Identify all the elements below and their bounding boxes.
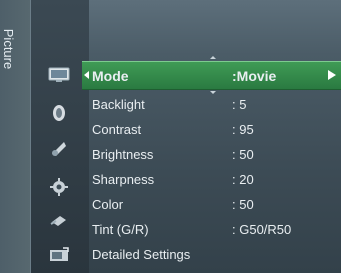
menu-item-mode[interactable]: Mode :Movie [82,61,341,90]
tv-osd-screen: Picture Mode:Movie Backlight: 5 Contra… [0,0,341,273]
mode-label: Mode [92,67,129,84]
menu-item-value: : 50 [232,196,254,212]
menu-item-brightness[interactable]: Brightness : 50 [82,143,341,165]
channel-icon[interactable] [48,140,70,158]
right-arrow-icon[interactable] [328,70,336,80]
menu-item-label: Brightness [92,146,154,162]
menu-item-label: Detailed Settings [92,246,191,262]
input-icon[interactable] [48,212,70,230]
menu-item-value: : 95 [232,121,254,137]
menu-item-color[interactable]: Color : 50 [82,193,341,215]
mode-value: :Movie [232,67,277,84]
menu-item-tint[interactable]: Tint (G/R) : G50/R50 [82,218,341,240]
menu-item-value: : 20 [232,171,254,187]
picture-icon[interactable] [48,66,70,84]
application-icon[interactable] [48,246,70,264]
menu-item-sharpness[interactable]: Sharpness : 20 [82,168,341,190]
left-arrow-icon[interactable] [84,71,89,79]
menu-item-label: Contrast [92,121,142,137]
picture-menu: Mode :Movie Backlight : 5 Contrast : 95 … [82,61,341,273]
menu-item-label: Sharpness [92,171,155,187]
menu-item-value: : G50/R50 [232,221,292,237]
menu-item-contrast[interactable]: Contrast : 95 [82,118,341,140]
menu-item-label: Tint (G/R) [92,221,149,237]
picture-tab-label: Picture [1,28,16,70]
menu-item-label: Backlight [92,96,145,112]
menu-item-label: Color [92,196,124,212]
menu-item-value: : 50 [232,146,254,162]
setup-icon[interactable] [48,178,70,196]
picture-tab[interactable]: Picture [0,0,31,273]
menu-item-value: : 5 [232,96,247,112]
sound-icon[interactable] [48,104,70,122]
menu-item-detailed-settings[interactable]: Detailed Settings [82,243,341,265]
scroll-up-indicator [210,56,216,59]
menu-item-backlight[interactable]: Backlight : 5 [82,93,341,115]
menu-icon-column [31,0,89,273]
